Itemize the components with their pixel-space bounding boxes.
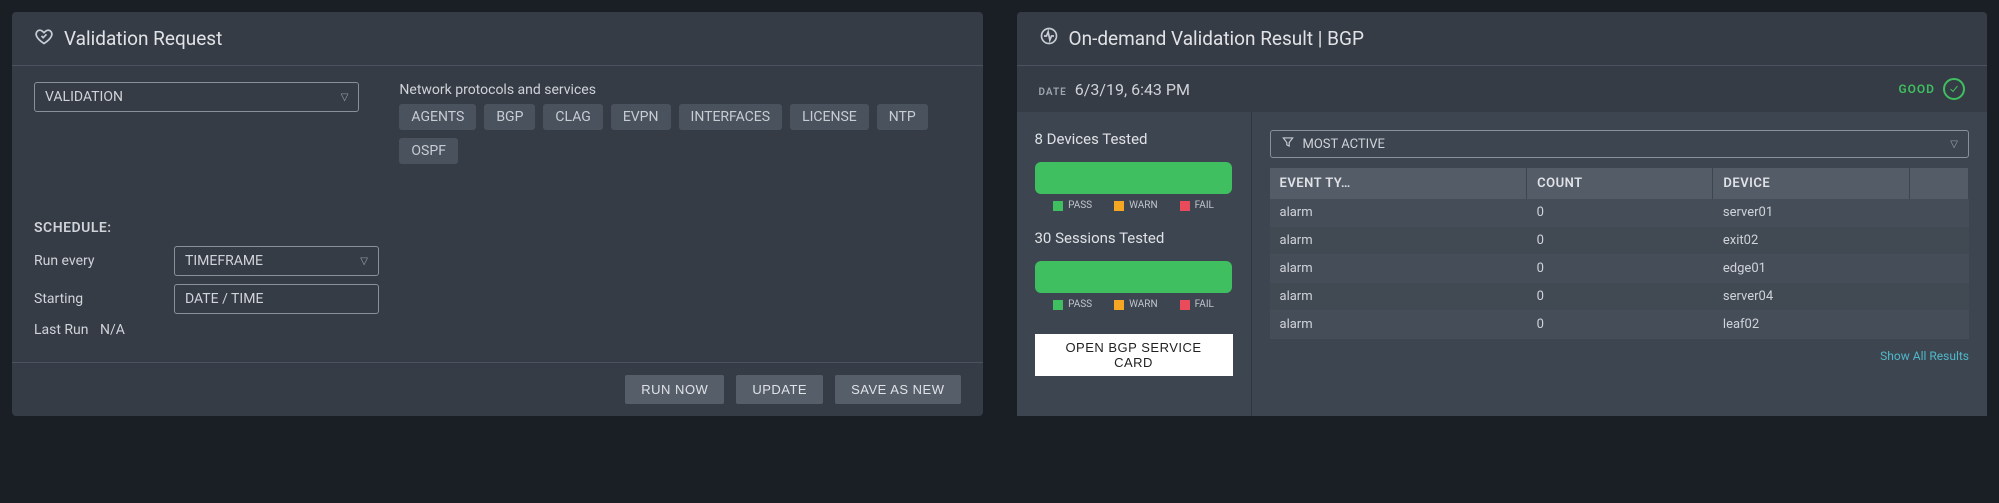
- run-every-label: Run every: [34, 253, 174, 269]
- table-cell: 0: [1527, 311, 1713, 339]
- column-header[interactable]: [1910, 168, 1969, 199]
- date-value: 6/3/19, 6:43 PM: [1075, 80, 1190, 99]
- status-text: GOOD: [1898, 82, 1935, 96]
- result-body: 8 Devices Tested PASS WARN FAIL 30 Sessi…: [1017, 112, 1988, 416]
- table-cell: [1910, 199, 1969, 227]
- validation-request-panel: Validation Request VALIDATION ▽ Network …: [12, 12, 983, 416]
- chevron-down-icon: ▽: [341, 92, 349, 103]
- protocol-tags: AGENTS BGP CLAG EVPN INTERFACES LICENSE NTP OSP…: [399, 104, 960, 164]
- check-circle-icon: [1943, 78, 1965, 100]
- column-header[interactable]: COUNT: [1527, 168, 1713, 199]
- protocol-tag-interfaces[interactable]: INTERFACES: [679, 104, 783, 130]
- datetime-input[interactable]: DATE / TIME: [174, 284, 379, 314]
- open-service-card-button[interactable]: OPEN BGP SERVICE CARD: [1035, 334, 1233, 376]
- validation-select[interactable]: VALIDATION ▽: [34, 82, 359, 112]
- protocol-tag-ntp[interactable]: NTP: [877, 104, 928, 130]
- validation-select-value: VALIDATION: [45, 89, 123, 105]
- table-cell: 0: [1527, 199, 1713, 227]
- column-header[interactable]: EVENT TY…: [1270, 168, 1527, 199]
- table-cell: 0: [1527, 227, 1713, 255]
- table-cell: 0: [1527, 283, 1713, 311]
- table-cell: alarm: [1270, 311, 1527, 339]
- timeframe-value: TIMEFRAME: [185, 253, 263, 269]
- fail-swatch: [1180, 300, 1190, 310]
- panel-title: On-demand Validation Result | BGP: [1069, 27, 1364, 50]
- table-cell: [1910, 311, 1969, 339]
- pass-swatch: [1053, 300, 1063, 310]
- panel-header-right: On-demand Validation Result | BGP: [1017, 12, 1988, 65]
- action-bar: RUN NOW UPDATE SAVE AS NEW: [12, 363, 983, 416]
- protocol-tag-evpn[interactable]: EVPN: [611, 104, 671, 130]
- table-row[interactable]: alarm0server04: [1270, 283, 1969, 311]
- chevron-down-icon: ▽: [360, 256, 368, 267]
- protocol-tag-ospf[interactable]: OSPF: [399, 138, 458, 164]
- save-as-new-button[interactable]: SAVE AS NEW: [835, 375, 960, 404]
- filter-select[interactable]: MOST ACTIVE ▽: [1270, 130, 1970, 158]
- table-cell: alarm: [1270, 283, 1527, 311]
- table-cell: [1910, 255, 1969, 283]
- table-cell: [1910, 227, 1969, 255]
- panel-header-left: Validation Request: [12, 12, 983, 65]
- protocol-tag-clag[interactable]: CLAG: [543, 104, 602, 130]
- status-badge: GOOD: [1898, 78, 1965, 100]
- metrics-column: 8 Devices Tested PASS WARN FAIL 30 Sessi…: [1017, 112, 1252, 416]
- table-row[interactable]: alarm0exit02: [1270, 227, 1969, 255]
- schedule-title: SCHEDULE:: [34, 220, 961, 236]
- warn-swatch: [1114, 201, 1124, 211]
- protocols-label: Network protocols and services: [399, 82, 960, 98]
- table-row[interactable]: alarm0leaf02: [1270, 311, 1969, 339]
- warn-swatch: [1114, 300, 1124, 310]
- table-cell: alarm: [1270, 199, 1527, 227]
- table-cell: alarm: [1270, 227, 1527, 255]
- last-run-value: N/A: [100, 322, 125, 338]
- panel-title: Validation Request: [64, 27, 222, 50]
- devices-bar: [1035, 162, 1232, 194]
- filter-icon: [1281, 135, 1295, 153]
- table-cell: server04: [1713, 283, 1910, 311]
- fail-swatch: [1180, 201, 1190, 211]
- date-label: DATE: [1039, 87, 1067, 98]
- table-row[interactable]: alarm0edge01: [1270, 255, 1969, 283]
- table-column: MOST ACTIVE ▽ EVENT TY…COUNTDEVICE alarm…: [1252, 112, 1988, 416]
- devices-tested-title: 8 Devices Tested: [1035, 130, 1233, 148]
- show-all-link[interactable]: Show All Results: [1880, 349, 1969, 363]
- protocol-tag-bgp[interactable]: BGP: [484, 104, 535, 130]
- chevron-down-icon: ▽: [1950, 139, 1958, 150]
- filter-value: MOST ACTIVE: [1303, 137, 1385, 152]
- update-button[interactable]: UPDATE: [736, 375, 823, 404]
- result-header: DATE 6/3/19, 6:43 PM GOOD: [1017, 66, 1988, 112]
- table-cell: 0: [1527, 255, 1713, 283]
- table-row[interactable]: alarm0server01: [1270, 199, 1969, 227]
- devices-legend: PASS WARN FAIL: [1035, 200, 1233, 211]
- pass-swatch: [1053, 201, 1063, 211]
- table-cell: [1910, 283, 1969, 311]
- sessions-bar: [1035, 261, 1232, 293]
- column-header[interactable]: DEVICE: [1713, 168, 1910, 199]
- protocol-tag-agents[interactable]: AGENTS: [399, 104, 476, 130]
- timeframe-select[interactable]: TIMEFRAME ▽: [174, 246, 379, 276]
- table-cell: server01: [1713, 199, 1910, 227]
- table-cell: alarm: [1270, 255, 1527, 283]
- results-table: EVENT TY…COUNTDEVICE alarm0server01alarm…: [1270, 168, 1970, 339]
- run-now-button[interactable]: RUN NOW: [625, 375, 724, 404]
- table-cell: leaf02: [1713, 311, 1910, 339]
- heart-check-icon: [34, 26, 54, 51]
- protocol-tag-license[interactable]: LICENSE: [790, 104, 869, 130]
- validation-result-panel: On-demand Validation Result | BGP DATE 6…: [1017, 12, 1988, 416]
- last-run-label: Last Run: [34, 322, 100, 338]
- table-cell: edge01: [1713, 255, 1910, 283]
- sessions-legend: PASS WARN FAIL: [1035, 299, 1233, 310]
- sessions-tested-title: 30 Sessions Tested: [1035, 229, 1233, 247]
- starting-label: Starting: [34, 291, 174, 307]
- pulse-icon: [1039, 26, 1059, 51]
- datetime-value: DATE / TIME: [185, 291, 263, 307]
- panel-body-left: VALIDATION ▽ Network protocols and servi…: [12, 66, 983, 362]
- table-cell: exit02: [1713, 227, 1910, 255]
